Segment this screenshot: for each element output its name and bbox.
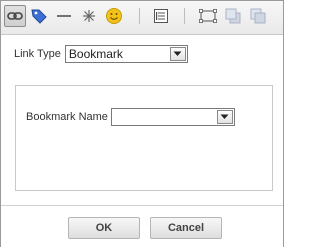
toolbar-separator	[184, 8, 185, 24]
tag-icon	[31, 9, 47, 24]
layout-button[interactable]	[150, 5, 172, 27]
layout-icon	[154, 9, 168, 23]
bookmark-name-row: Bookmark Name	[26, 108, 235, 126]
link-type-select[interactable]: Bookmark	[64, 45, 188, 63]
special-character-icon	[83, 10, 95, 22]
toolbar-separator	[139, 8, 140, 24]
horizontal-rule-icon	[57, 15, 71, 17]
send-backward-button[interactable]	[247, 5, 269, 27]
link-type-label: Link Type	[14, 48, 61, 60]
bookmark-name-label: Bookmark Name	[26, 111, 108, 123]
chevron-down-icon[interactable]	[216, 110, 233, 124]
dialog-footer: OK Cancel	[1, 205, 283, 247]
bookmark-tag-button[interactable]	[28, 5, 50, 27]
emoticon-button[interactable]	[103, 5, 125, 27]
link-type-value: Bookmark	[68, 47, 123, 61]
horizontal-rule-button[interactable]	[53, 5, 75, 27]
bring-forward-icon	[225, 8, 241, 24]
cancel-button[interactable]: Cancel	[150, 217, 222, 239]
link-icon	[7, 12, 23, 20]
emoticon-icon	[106, 8, 122, 24]
link-dialog: Link Type Bookmark Bookmark Name OK Canc…	[0, 0, 284, 247]
chevron-down-icon[interactable]	[169, 47, 186, 61]
frame-icon	[199, 9, 217, 23]
bookmark-panel: Bookmark Name	[15, 85, 273, 191]
insert-link-button[interactable]	[4, 5, 26, 27]
bookmark-name-select[interactable]	[110, 108, 235, 126]
send-backward-icon	[250, 8, 266, 24]
special-character-button[interactable]	[78, 5, 100, 27]
frame-button[interactable]	[197, 5, 219, 27]
ok-button[interactable]: OK	[68, 217, 140, 239]
link-type-row: Link Type Bookmark	[14, 45, 188, 63]
toolbar	[1, 1, 283, 35]
bring-forward-button[interactable]	[222, 5, 244, 27]
